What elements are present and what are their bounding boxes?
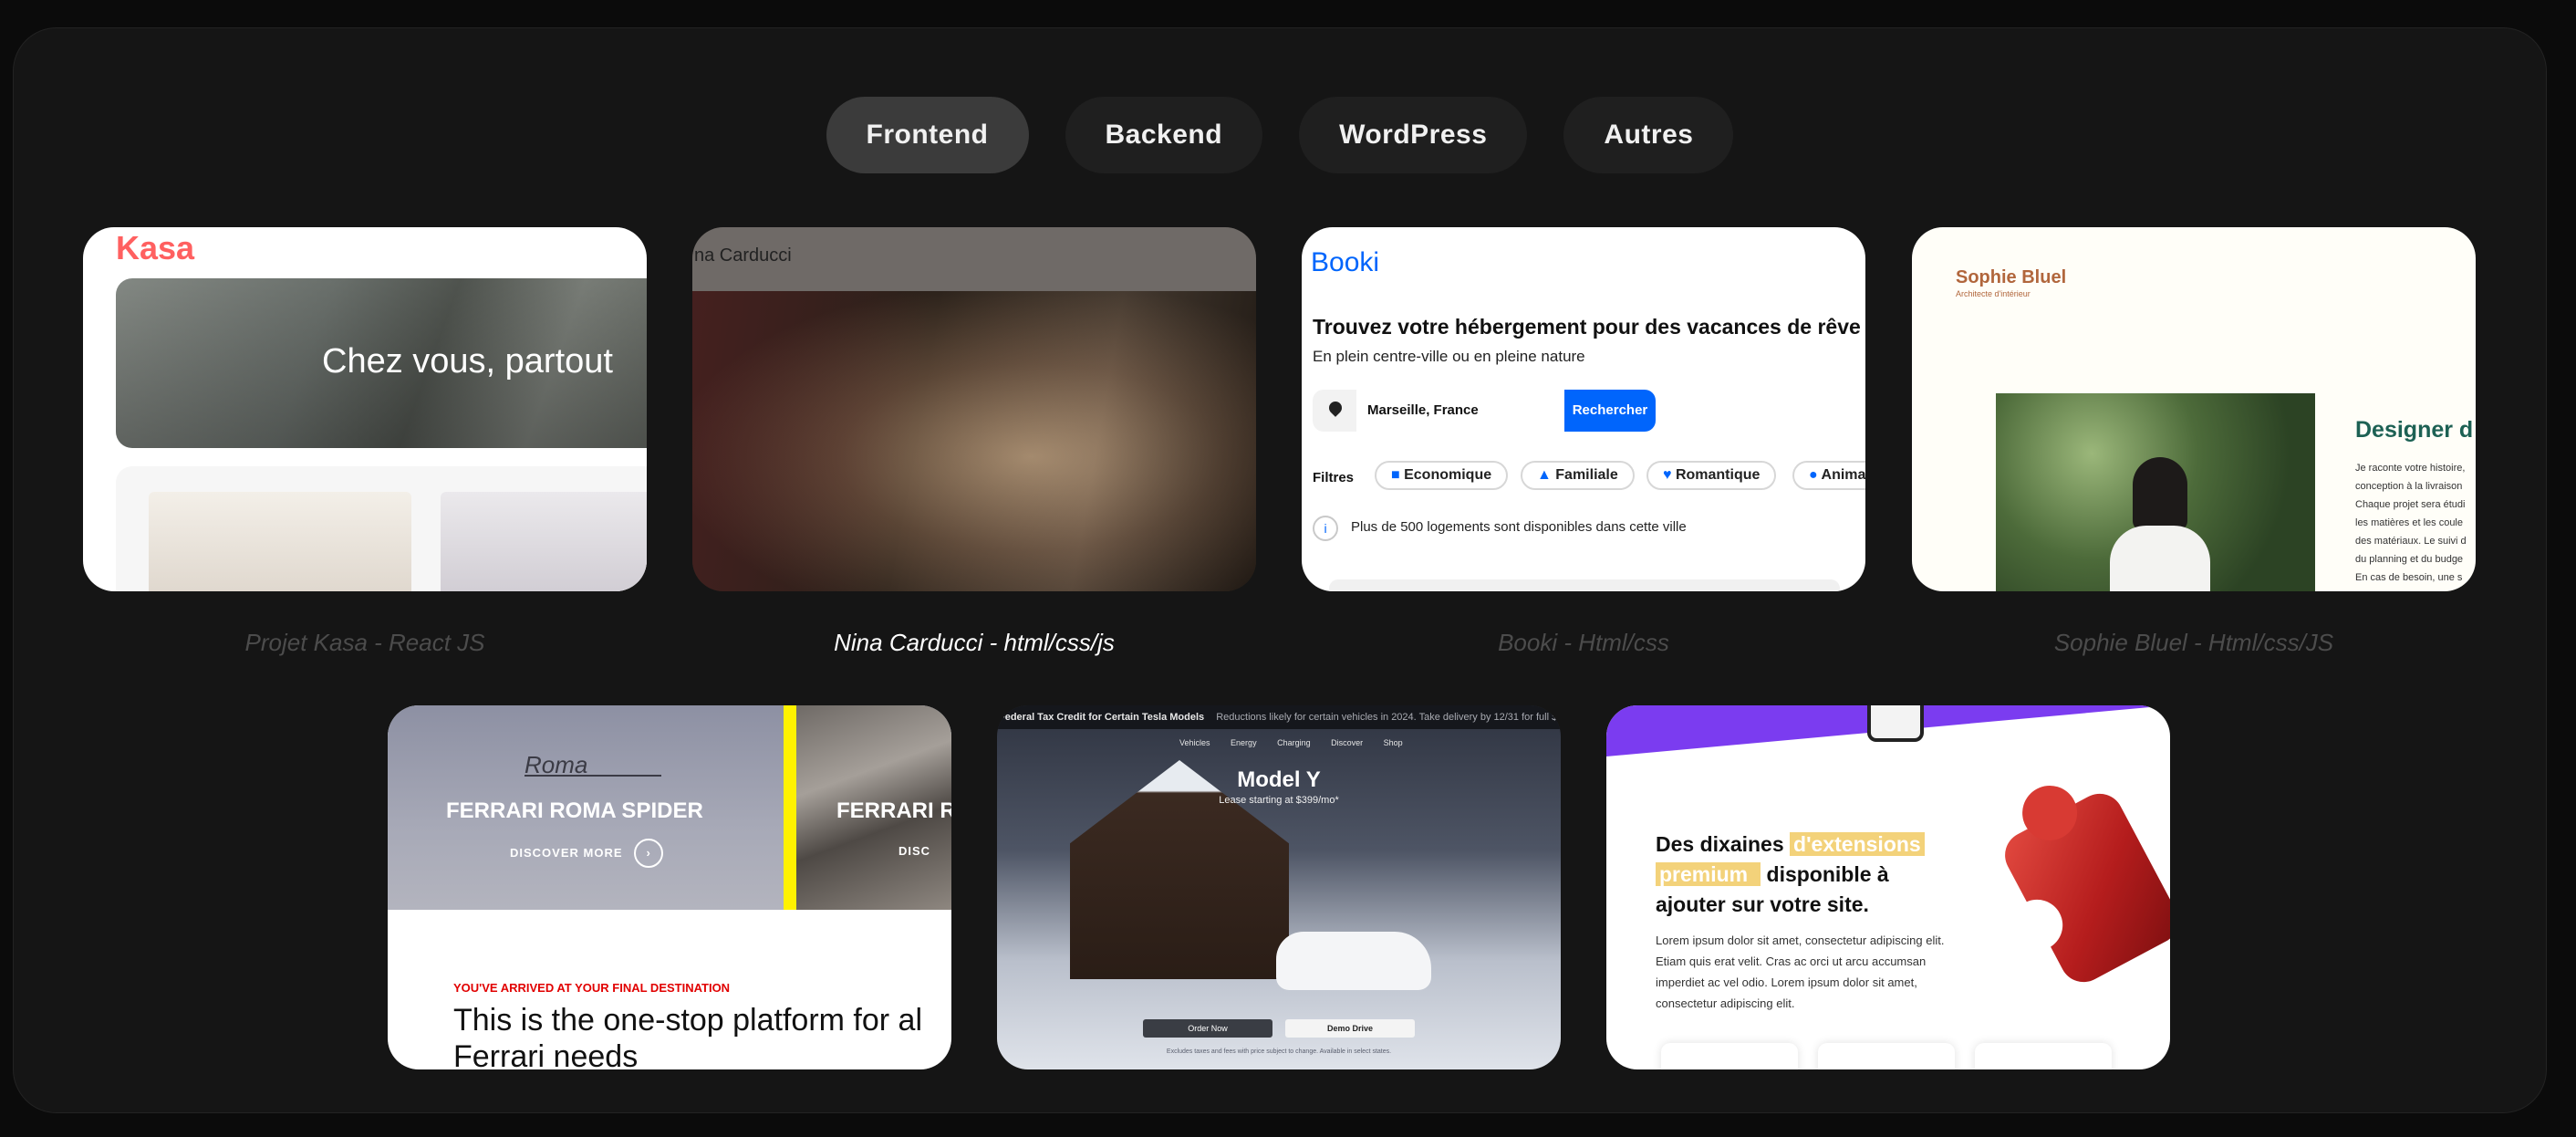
caption-kasa: Projet Kasa - React JS bbox=[244, 629, 485, 656]
nina-header-bar: na Carducci bbox=[692, 227, 1256, 291]
tab-wordpress[interactable]: WordPress bbox=[1299, 97, 1528, 173]
kasa-hero-banner: Chez vous, partout bbox=[116, 278, 647, 448]
filter-familiale[interactable]: ▲ Familiale bbox=[1521, 461, 1635, 490]
filter-animaux[interactable]: ● Animau bbox=[1792, 461, 1865, 490]
tab-autres[interactable]: Autres bbox=[1563, 97, 1734, 173]
sophie-body: Je raconte votre histoire, conception à … bbox=[2355, 463, 2467, 583]
project-card-tesla[interactable]: Federal Tax Credit for Certain Tesla Mod… bbox=[997, 705, 1561, 1069]
ferrari-divider bbox=[784, 705, 796, 910]
location-pin-icon bbox=[1326, 399, 1345, 417]
booki-search-button[interactable]: Rechercher bbox=[1564, 390, 1656, 432]
kasa-gallery bbox=[116, 466, 647, 591]
booki-logo: Booki bbox=[1311, 247, 1380, 277]
caption-sophie: Sophie Bluel - Html/css/JS bbox=[2053, 629, 2334, 656]
tesla-banner: Federal Tax Credit for Certain Tesla Mod… bbox=[997, 705, 1561, 729]
project-card-sophie[interactable]: Sophie Bluel Architecte d'intérieur Desi… bbox=[1912, 227, 2476, 591]
booki-subtitle: En plein centre-ville ou en pleine natur… bbox=[1313, 348, 1585, 365]
ferrari-logo: Roma bbox=[525, 751, 661, 778]
tesla-order-button[interactable]: Order Now bbox=[1143, 1019, 1272, 1038]
nina-header-text: na Carducci bbox=[694, 245, 792, 266]
phone-icon bbox=[1867, 705, 1924, 742]
ferrari-discover[interactable]: DISCOVER MORE › bbox=[510, 839, 664, 868]
tesla-model: Model Y bbox=[1237, 767, 1321, 792]
sophie-logo: Sophie Bluel bbox=[1956, 267, 2067, 287]
tab-frontend[interactable]: Frontend bbox=[826, 97, 1029, 173]
tesla-cabin bbox=[1070, 760, 1289, 979]
wp-heading: Des dixaines d'extensions premium dispon… bbox=[1656, 829, 1925, 920]
booki-title: Trouvez votre hébergement pour des vacan… bbox=[1313, 315, 1861, 339]
info-icon: i bbox=[1313, 516, 1338, 541]
ferrari-line2: Ferrari needs bbox=[453, 1039, 639, 1069]
ferrari-tag: YOU'VE ARRIVED AT YOUR FINAL DESTINATION bbox=[453, 981, 731, 995]
booki-filters-label: Filtres bbox=[1313, 470, 1355, 485]
booki-info-text: Plus de 500 logements sont disponibles d… bbox=[1351, 519, 1687, 535]
sophie-logo-sub: Architecte d'intérieur bbox=[1956, 289, 2031, 298]
sophie-heading: Designer d bbox=[2355, 417, 2474, 443]
tesla-footnote: Excludes taxes and fees with price subje… bbox=[1166, 1048, 1392, 1055]
project-card-kasa[interactable]: Kasa Chez vous, partout bbox=[83, 227, 647, 591]
caption-booki: Booki - Html/css bbox=[1498, 629, 1669, 656]
sophie-portrait bbox=[1996, 393, 2315, 591]
tab-backend[interactable]: Backend bbox=[1065, 97, 1263, 173]
wp-paragraph: Lorem ipsum dolor sit amet, consectetur … bbox=[1656, 934, 1945, 1010]
project-card-nina[interactable]: na Carducci bbox=[692, 227, 1256, 591]
kasa-thumb[interactable] bbox=[149, 492, 411, 591]
project-card-extensions[interactable]: Des dixaines d'extensions premium dispon… bbox=[1606, 705, 2170, 1069]
kasa-thumb[interactable] bbox=[441, 492, 647, 591]
booki-search-input[interactable]: Marseille, France bbox=[1356, 390, 1564, 432]
filter-tabs: Frontend Backend WordPress Autres bbox=[14, 97, 2546, 173]
tesla-car bbox=[1276, 932, 1431, 990]
kasa-logo: Kasa bbox=[116, 229, 195, 266]
ferrari-slide-2: FERRARI R DISC bbox=[796, 705, 951, 910]
kasa-hero-text: Chez vous, partout bbox=[322, 342, 613, 381]
caption-nina: Nina Carducci - html/css/js bbox=[834, 629, 1115, 656]
ferrari-hero: Roma FERRARI ROMA SPIDER DISCOVER MORE ›… bbox=[388, 705, 951, 910]
project-card-ferrari[interactable]: Roma FERRARI ROMA SPIDER DISCOVER MORE ›… bbox=[388, 705, 951, 1069]
tesla-demo-button[interactable]: Demo Drive bbox=[1285, 1019, 1415, 1038]
tesla-price: Lease starting at $399/mo* bbox=[1219, 795, 1339, 806]
portfolio-panel: Frontend Backend WordPress Autres Kasa C… bbox=[13, 27, 2547, 1113]
filter-romantique[interactable]: ♥ Romantique bbox=[1646, 461, 1777, 490]
ferrari-title: FERRARI ROMA SPIDER bbox=[446, 798, 703, 823]
booki-search: Marseille, France Rechercher bbox=[1313, 390, 1656, 432]
tesla-nav: Vehicles Energy Charging Discover Shop bbox=[1179, 738, 1403, 747]
project-card-booki[interactable]: Booki Trouvez votre hébergement pour des… bbox=[1302, 227, 1865, 591]
filter-economique[interactable]: ■ Economique bbox=[1375, 461, 1509, 490]
chevron-right-icon: › bbox=[634, 839, 664, 868]
ferrari-line1: This is the one-stop platform for al bbox=[453, 1003, 923, 1038]
puzzle-piece-icon bbox=[1996, 776, 2170, 991]
nina-hero-photo bbox=[692, 291, 1256, 591]
